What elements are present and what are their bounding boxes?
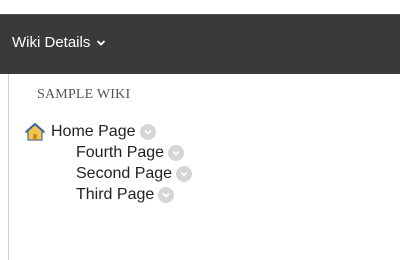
page-tree: Home Page Fourth Page Second Page Third …: [24, 121, 193, 205]
page-menu-button-second[interactable]: [176, 165, 193, 182]
page-link-second[interactable]: Second Page: [76, 165, 172, 183]
wiki-details-toggle[interactable]: Wiki Details: [12, 34, 106, 51]
tree-item-third-page: Third Page: [25, 184, 192, 205]
tree-item-fourth-page: Fourth Page: [25, 142, 192, 163]
wiki-panel: SAMPLE WIKI Home Page Fourth Page Second…: [8, 74, 400, 260]
tree-item-home-page: Home Page: [24, 121, 192, 142]
page-menu-button-third[interactable]: [158, 186, 175, 203]
page-menu-button-home[interactable]: [139, 123, 156, 140]
wiki-name: SAMPLE WIKI: [37, 87, 131, 102]
page-link-home[interactable]: Home Page: [51, 123, 136, 141]
page-menu-button-fourth[interactable]: [168, 144, 185, 161]
home-icon: [24, 122, 46, 141]
page-link-fourth[interactable]: Fourth Page: [76, 144, 164, 162]
top-border: [0, 0, 400, 14]
page-link-third[interactable]: Third Page: [76, 186, 154, 204]
chevron-down-icon: [96, 38, 106, 48]
tree-item-second-page: Second Page: [25, 163, 193, 184]
wiki-details-header: Wiki Details: [0, 14, 400, 74]
header-title: Wiki Details: [12, 34, 91, 51]
